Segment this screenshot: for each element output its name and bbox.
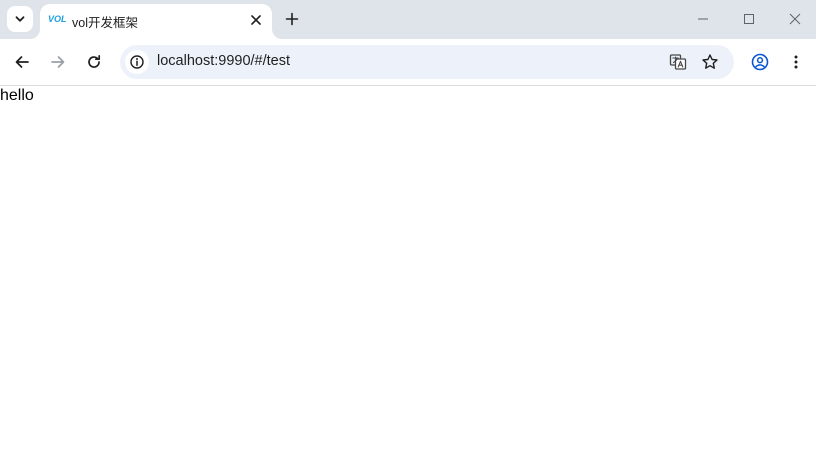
site-info-button[interactable] xyxy=(125,50,149,74)
page-content: hello xyxy=(0,86,816,458)
tab-close-button[interactable] xyxy=(247,11,265,29)
close-icon xyxy=(251,15,261,25)
maximize-icon xyxy=(744,14,754,24)
tab-title: vol开发框架 xyxy=(72,16,138,30)
reload-icon xyxy=(88,54,101,68)
arrow-left-icon xyxy=(15,56,29,68)
maximize-button[interactable] xyxy=(735,6,763,32)
close-window-button[interactable] xyxy=(781,6,809,32)
browser-toolbar: localhost:9990/#/test xyxy=(0,39,816,85)
browser-window: VOL vol开发框架 localhost:9990/#/test hello xyxy=(0,0,816,458)
menu-button[interactable] xyxy=(783,49,809,75)
page-body-text: hello xyxy=(0,87,34,104)
vol-favicon-icon: VOL xyxy=(48,14,67,24)
back-button[interactable] xyxy=(9,49,35,75)
star-icon xyxy=(702,54,718,69)
address-bar[interactable]: localhost:9990/#/test xyxy=(120,45,734,79)
new-tab-button[interactable] xyxy=(281,8,303,30)
minimize-icon xyxy=(698,18,708,20)
bookmark-button[interactable] xyxy=(698,50,722,74)
kebab-menu-icon xyxy=(794,55,798,69)
profile-icon xyxy=(751,53,769,71)
minimize-button[interactable] xyxy=(689,6,717,32)
url-text[interactable]: localhost:9990/#/test xyxy=(157,53,290,69)
reload-button[interactable] xyxy=(81,49,107,75)
active-tab[interactable]: VOL vol开发框架 xyxy=(40,4,272,39)
info-icon xyxy=(130,55,144,69)
forward-button[interactable] xyxy=(45,49,71,75)
tab-strip: VOL vol开发框架 xyxy=(0,0,816,39)
arrow-right-icon xyxy=(51,56,65,68)
translate-button[interactable] xyxy=(666,50,690,74)
chevron-down-icon xyxy=(15,16,25,22)
plus-icon xyxy=(285,12,299,26)
translate-icon xyxy=(669,54,687,70)
close-icon xyxy=(789,13,801,25)
profile-button[interactable] xyxy=(747,49,773,75)
